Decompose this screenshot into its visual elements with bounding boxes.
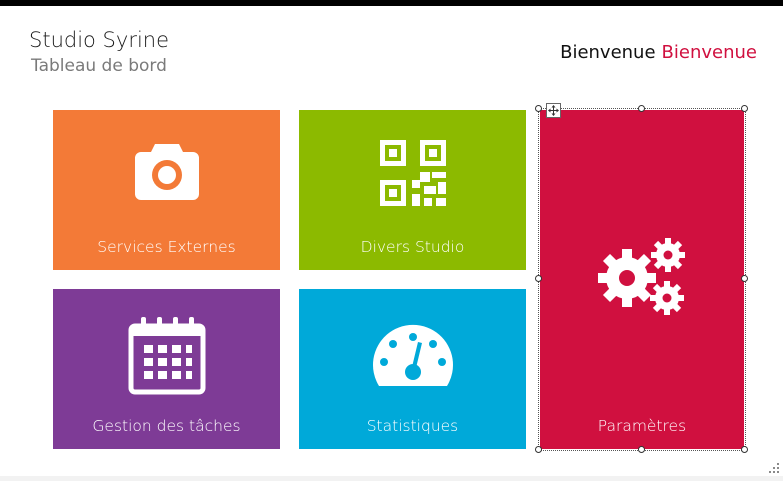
tile-label: Services Externes (97, 238, 236, 256)
gauge-icon (371, 324, 455, 392)
page-subtitle: Tableau de bord (31, 56, 167, 76)
gears-icon (597, 238, 687, 322)
qr-code-icon (379, 140, 446, 210)
resize-grip-icon[interactable] (769, 458, 779, 473)
resize-handle-bottom-right[interactable] (741, 446, 748, 453)
resize-handle-right[interactable] (741, 275, 748, 282)
tile-statistiques[interactable]: Statistiques (299, 289, 526, 449)
move-handle-icon[interactable] (546, 103, 561, 118)
tile-label: Gestion des tâches (92, 417, 241, 435)
app-title: Studio Syrine (29, 28, 170, 52)
resize-handle-left[interactable] (535, 275, 542, 282)
welcome-label: Bienvenue (560, 42, 656, 63)
resize-handle-bottom-left[interactable] (535, 446, 542, 453)
welcome-user-link[interactable]: Bienvenue (662, 42, 757, 63)
tile-label: Statistiques (366, 417, 459, 435)
tile-services-externes[interactable]: Services Externes (53, 110, 280, 270)
tile-parametres[interactable]: Paramètres (540, 110, 744, 449)
resize-handle-bottom[interactable] (638, 446, 645, 453)
calendar-icon (127, 316, 207, 400)
tile-label: Paramètres (597, 417, 687, 435)
resize-handle-top[interactable] (638, 105, 645, 112)
tile-label: Divers Studio (360, 238, 465, 256)
tile-divers-studio[interactable]: Divers Studio (299, 110, 526, 270)
dashboard-window: Studio Syrine Tableau de bord Bienvenue B… (0, 0, 783, 476)
camera-icon (133, 140, 201, 206)
resize-handle-top-right[interactable] (741, 105, 748, 112)
resize-handle-top-left[interactable] (535, 105, 542, 112)
welcome-area: Bienvenue Bienvenue (560, 42, 757, 63)
tile-gestion-des-taches[interactable]: Gestion des tâches (53, 289, 280, 449)
